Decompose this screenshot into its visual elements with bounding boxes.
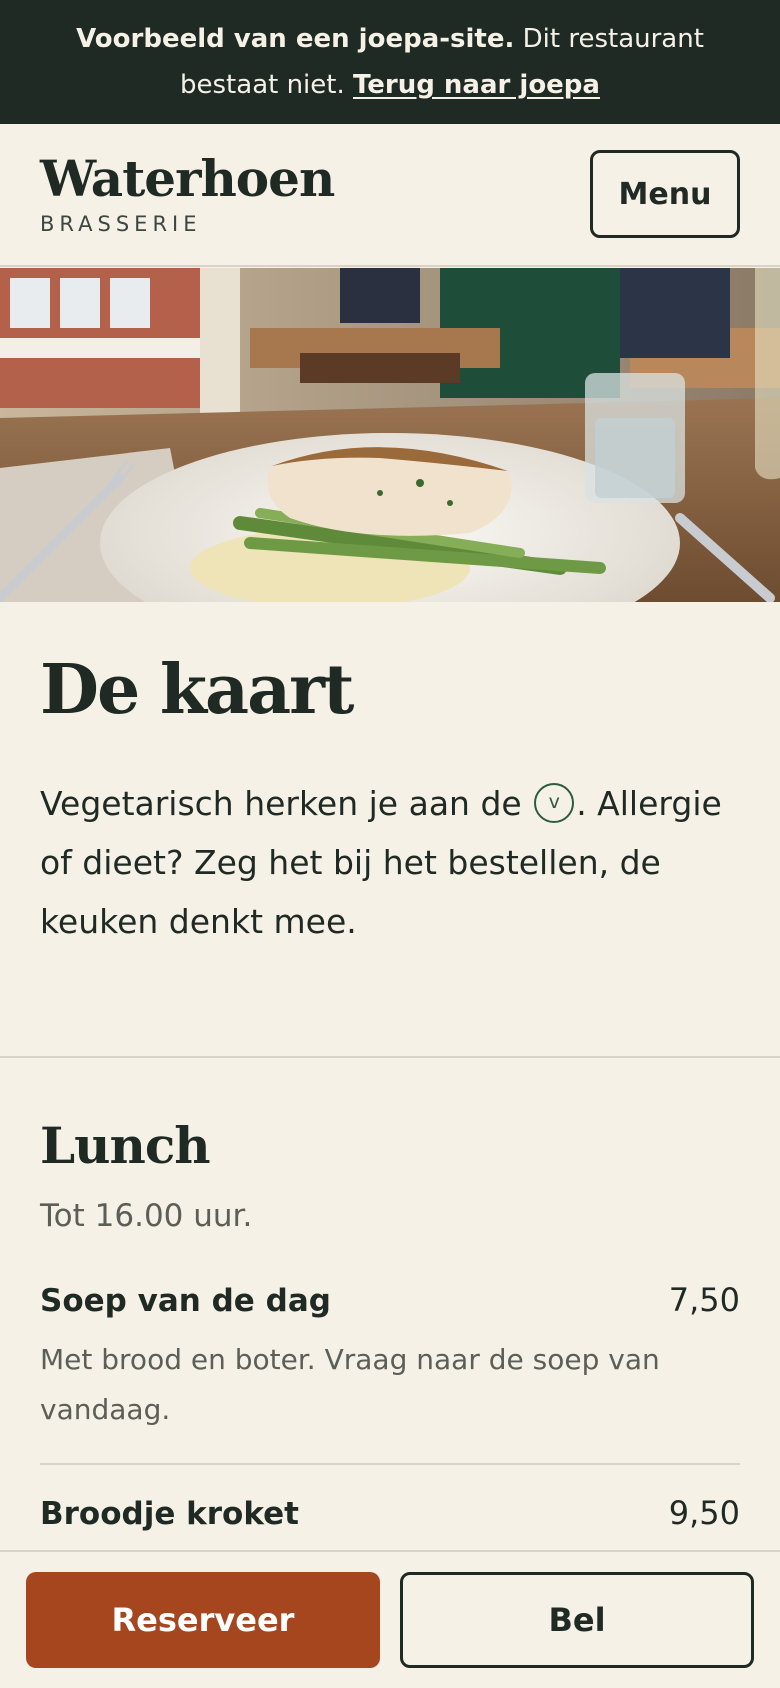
menu-item-price: 7,50: [668, 1281, 740, 1319]
demo-banner: Voorbeeld van een joepa-site. Dit restau…: [0, 0, 780, 124]
lunch-section: Lunch Tot 16.00 uur. Soep van de dag 7,5…: [40, 1110, 740, 1592]
menu-item: Soep van de dag 7,50 Met brood en boter.…: [40, 1278, 740, 1465]
section-title: Lunch: [40, 1116, 211, 1175]
site-header: Waterhoen BRASSERIE Menu: [0, 124, 780, 267]
brand-logo[interactable]: Waterhoen BRASSERIE: [40, 149, 335, 237]
hero-illustration: [0, 268, 780, 602]
intro-text-before: Vegetarisch herken je aan de: [40, 784, 533, 823]
menu-button[interactable]: Menu: [590, 150, 740, 238]
page-title: De kaart: [40, 650, 354, 730]
hero-photo: [0, 268, 780, 602]
menu-item-name: Broodje kroket: [40, 1496, 299, 1532]
menu-item-price: 9,50: [668, 1494, 740, 1532]
brand-name: Waterhoen: [40, 149, 335, 208]
back-to-joepa-link[interactable]: Terug naar joepa: [353, 70, 600, 100]
reserve-button[interactable]: Reserveer: [26, 1572, 380, 1668]
menu-item-description: Met brood en boter. Vraag naar de soep v…: [40, 1343, 660, 1426]
intro-section: De kaart Vegetarisch herken je aan de v.…: [40, 650, 740, 951]
demo-banner-text: Voorbeeld van een joepa-site. Dit restau…: [30, 16, 750, 108]
brand-subtitle: BRASSERIE: [40, 212, 202, 236]
action-bar: Reserveer Bel: [0, 1550, 780, 1688]
demo-banner-bold: Voorbeeld van een joepa-site.: [76, 24, 515, 54]
menu-item-name: Soep van de dag: [40, 1283, 331, 1319]
vegetarian-icon: v: [534, 782, 575, 823]
menu-items: Soep van de dag 7,50 Met brood en boter.…: [40, 1278, 740, 1566]
section-subtitle: Tot 16.00 uur.: [40, 1198, 253, 1234]
call-button[interactable]: Bel: [400, 1572, 754, 1668]
section-divider: [0, 1056, 780, 1058]
intro-text: Vegetarisch herken je aan de v. Allergie…: [40, 774, 740, 951]
